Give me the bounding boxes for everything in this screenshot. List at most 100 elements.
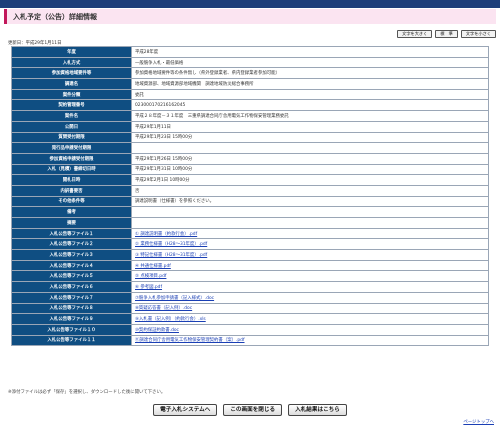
- font-small-button[interactable]: 文字を小さく: [460, 30, 496, 38]
- file-label: 入札公告等ファイル８: [11, 302, 132, 315]
- table-row: 摘要: [11, 217, 489, 229]
- font-standard-button[interactable]: 標 準: [435, 30, 458, 38]
- row-value: 平成29年1月23日 15時00分: [131, 131, 489, 144]
- file-label: 入札公告等ファイル９: [11, 313, 132, 325]
- file-label: 入札公告等ファイル１０: [11, 323, 132, 336]
- file-row: 入札公告等ファイル１ ① 調達説明書（約款行会）.pdf: [11, 227, 489, 240]
- file-cell: ③ 特記仕様書（H28〜31年度）.pdf: [131, 249, 489, 261]
- row-value: 地域資源部、地域資源部地域機関 調達地域防災総合事務所: [131, 78, 489, 90]
- row-value: [131, 206, 489, 218]
- file-link[interactable]: ⑪調達合同庁舎用電気工作物保安管理契約書（案）.pdf: [135, 338, 245, 343]
- table-row: 調達名 地域資源部、地域資源部地域機関 調達地域防災総合事務所: [11, 78, 489, 90]
- file-cell: ⑨入札書（記入例）（約款行会）.xls: [131, 313, 489, 325]
- file-row: 入札公告等ファイル４ ④ 共通仕様書.pdf: [11, 259, 489, 272]
- table-row: 開札日時 平成29年2月1日 10時00分: [11, 174, 489, 186]
- table-row: 参加資格申請受付期限 平成29年1月26日 15時00分: [11, 152, 489, 165]
- top-navigation-bar: [0, 0, 500, 8]
- file-link[interactable]: ② 業務仕様書（H28〜31年度）.pdf: [135, 242, 207, 247]
- page-header: 入札予定（公告）詳細情報: [4, 9, 496, 24]
- row-label: 発行品申請受付期限: [11, 142, 132, 154]
- file-row: 入札公告等ファイル８ ⑧質疑応答書（記入例）.doc: [11, 302, 489, 315]
- table-row: 案件名 平成２８年度－３１年度 三重県調達合同庁舎用電気工作物保安管理業務委託: [11, 110, 489, 122]
- page-title: 入札予定（公告）詳細情報: [13, 12, 97, 21]
- row-label: 入札（見積）書締切日時: [11, 163, 132, 176]
- row-value: 委託: [131, 88, 489, 101]
- row-value: 一般競争入札・最低価格: [131, 56, 489, 69]
- file-cell: ② 業務仕様書（H28〜31年度）.pdf: [131, 238, 489, 251]
- table-row: 案件分類 委託: [11, 88, 489, 101]
- file-row: 入札公告等ファイル６ ⑥ 参考図.pdf: [11, 281, 489, 293]
- file-label: 入札公告等ファイル３: [11, 249, 132, 261]
- row-label: 内訳書要否: [11, 184, 132, 197]
- table-row: 内訳書要否否: [11, 184, 489, 197]
- row-label: その他条件等: [11, 195, 132, 208]
- file-cell: ⑪調達合同庁舎用電気工作物保安管理契約書（案）.pdf: [131, 334, 489, 347]
- row-label: 調達名: [11, 78, 132, 90]
- file-label: 入札公告等ファイル４: [11, 259, 132, 272]
- row-value: 平成29年2月1日 10時00分: [131, 174, 489, 186]
- table-row: 備考: [11, 206, 489, 218]
- e-bidding-system-button[interactable]: 電子入札システムへ: [153, 404, 218, 416]
- file-cell: ④ 共通仕様書.pdf: [131, 259, 489, 272]
- file-link[interactable]: ⑩契約保証約款書.doc: [135, 328, 179, 333]
- row-value: 否: [131, 184, 489, 197]
- table-row: 年度 平成28年度: [11, 46, 489, 58]
- file-row: 入札公告等ファイル９ ⑨入札書（記入例）（約款行会）.xls: [11, 313, 489, 325]
- row-value: 平成29年1月31日 10時00分: [131, 163, 489, 176]
- bid-results-button[interactable]: 入札結果はこちら: [288, 404, 347, 416]
- file-link[interactable]: ⑧質疑応答書（記入例）.doc: [135, 306, 192, 311]
- row-value: 平成29年1月11日: [131, 120, 489, 133]
- file-label: 入札公告等ファイル２: [11, 238, 132, 251]
- file-cell: ⑩契約保証約款書.doc: [131, 323, 489, 336]
- table-row: 入札方式 一般競争入札・最低価格: [11, 56, 489, 69]
- attachment-note: ※添付ファイルは必ず「保存」を選択し、ダウンロードした後に開いて下さい。: [8, 390, 166, 395]
- table-row: 公開日 平成29年1月11日: [11, 120, 489, 133]
- row-value: 平成28年度: [131, 46, 489, 58]
- row-label: 案件分類: [11, 88, 132, 101]
- row-label: 年度: [11, 46, 132, 58]
- file-label: 入札公告等ファイル６: [11, 281, 132, 293]
- table-row: 発行品申請受付期限: [11, 142, 489, 154]
- row-value: 023000170216162045: [131, 99, 489, 112]
- file-cell: ⑧質疑応答書（記入例）.doc: [131, 302, 489, 315]
- font-size-controls: 文字を大きく 標 準 文字を小さく: [397, 30, 496, 38]
- row-label: 入札方式: [11, 56, 132, 69]
- font-large-button[interactable]: 文字を大きく: [397, 30, 433, 38]
- detail-table: 年度 平成28年度 入札方式 一般競争入札・最低価格 参加資格地域要件等 参加資格地域要件…: [11, 46, 489, 347]
- file-cell: ⑤ 点検項目.pdf: [131, 270, 489, 283]
- file-link[interactable]: ⑤ 点検項目.pdf: [135, 274, 166, 279]
- file-label: 入札公告等ファイル１１: [11, 334, 132, 347]
- file-link[interactable]: ⑦競争入札参加申請書（記入様式）.doc: [135, 296, 214, 301]
- row-label: 参加資格申請受付期限: [11, 152, 132, 165]
- row-label: 公開日: [11, 120, 132, 133]
- row-label: 質問受付期限: [11, 131, 132, 144]
- row-label: 摘要: [11, 217, 132, 229]
- row-value: [131, 217, 489, 229]
- row-value: 平成29年1月26日 15時00分: [131, 152, 489, 165]
- page-top-link[interactable]: ページトップへ: [463, 419, 494, 425]
- file-row: 入札公告等ファイル７ ⑦競争入札参加申請書（記入様式）.doc: [11, 291, 489, 304]
- close-window-button[interactable]: この画面を閉じる: [223, 404, 283, 416]
- file-cell: ⑥ 参考図.pdf: [131, 281, 489, 293]
- file-link[interactable]: ③ 特記仕様書（H28〜31年度）.pdf: [135, 253, 207, 258]
- bottom-actions: 電子入札システムへ この画面を閉じる 入札結果はこちら: [0, 404, 500, 416]
- file-row: 入札公告等ファイル２ ② 業務仕様書（H28〜31年度）.pdf: [11, 238, 489, 251]
- table-row: 入札（見積）書締切日時 平成29年1月31日 10時00分: [11, 163, 489, 176]
- file-row: 入札公告等ファイル５ ⑤ 点検項目.pdf: [11, 270, 489, 283]
- file-row: 入札公告等ファイル１０ ⑩契約保証約款書.doc: [11, 323, 489, 336]
- table-row: 質問受付期限 平成29年1月23日 15時00分: [11, 131, 489, 144]
- file-label: 入札公告等ファイル７: [11, 291, 132, 304]
- row-value: 調達説明書（仕様書）を参照ください。: [131, 195, 489, 208]
- file-link[interactable]: ① 調達説明書（約款行会）.pdf: [135, 232, 197, 237]
- row-label: 参加資格地域要件等: [11, 67, 132, 80]
- row-label: 契約管理番号: [11, 99, 132, 112]
- file-link[interactable]: ④ 共通仕様書.pdf: [135, 264, 171, 269]
- file-link[interactable]: ⑨入札書（記入例）（約款行会）.xls: [135, 317, 206, 322]
- file-cell: ① 調達説明書（約款行会）.pdf: [131, 227, 489, 240]
- file-cell: ⑦競争入札参加申請書（記入様式）.doc: [131, 291, 489, 304]
- file-label: 入札公告等ファイル１: [11, 227, 132, 240]
- file-link[interactable]: ⑥ 参考図.pdf: [135, 285, 162, 290]
- file-row: 入札公告等ファイル３ ③ 特記仕様書（H28〜31年度）.pdf: [11, 249, 489, 261]
- table-row: 契約管理番号 023000170216162045: [11, 99, 489, 112]
- row-label: 開札日時: [11, 174, 132, 186]
